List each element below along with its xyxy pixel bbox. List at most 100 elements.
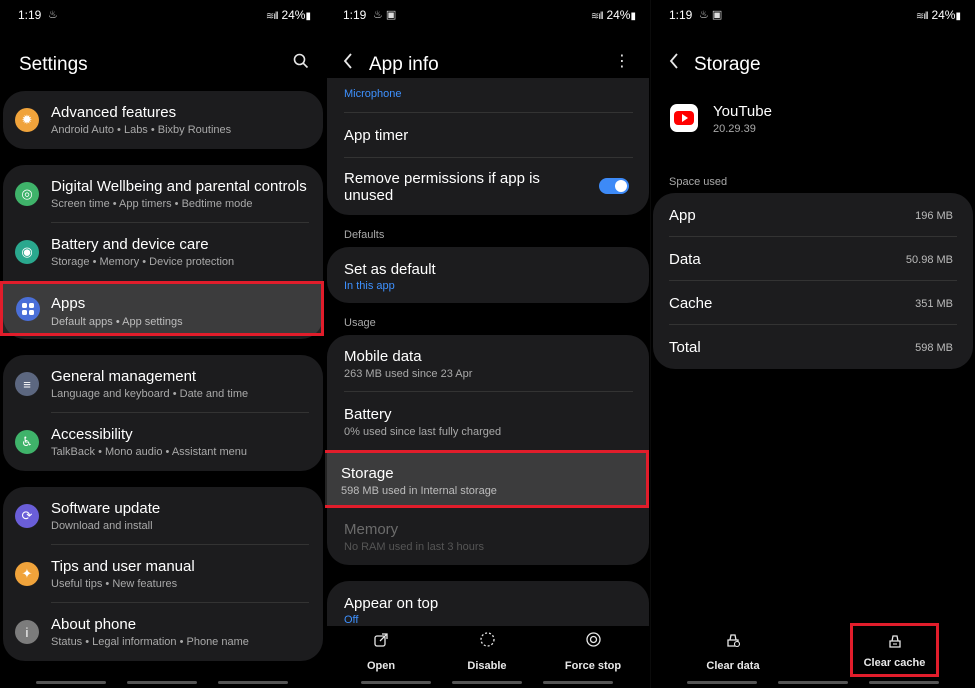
section-space-used: Space used [669,176,728,188]
clear-cache-button[interactable]: Clear cache [850,623,939,677]
item-label: Battery and device care [51,236,209,253]
bulb-icon: ✦ [15,562,39,586]
youtube-app-icon [670,104,698,132]
star-gear-icon: ✹ [15,108,39,132]
battery-icon: ▮ [955,11,961,22]
nav-back[interactable] [218,681,288,684]
page-title: Storage [694,54,761,75]
item-label: Battery [344,406,392,423]
clear-cache-icon [853,633,936,654]
item-subtitle: Android Auto • Labs • Bixby Routines [51,124,232,136]
nav-home[interactable] [127,681,197,684]
notification-icon: ♨ ▣ [373,9,397,21]
battery-level: 24% [281,8,306,22]
item-label: Tips and user manual [51,558,195,575]
settings-item-advanced-features[interactable]: ✹ Advanced features Android Auto • Labs … [3,91,323,149]
button-label: Force stop [564,660,622,672]
row-value: 598 MB [915,342,953,354]
settings-group-4: ⟳ Software update Download and install ✦… [3,487,323,661]
item-label: Advanced features [51,104,177,121]
item-subtitle: Screen time • App timers • Bedtime mode [51,198,253,210]
item-subtitle: 598 MB used in Internal storage [341,485,497,497]
microphone-permission[interactable]: Microphone [344,88,401,100]
item-subtitle: Default apps • App settings [51,316,183,328]
item-subtitle: In this app [344,280,395,292]
force-stop-button[interactable]: Force stop [548,632,638,672]
settings-item-battery-device-care[interactable]: ◉ Battery and device care Storage • Memo… [3,223,323,281]
app-actions-bar: Open Disable Force stop [325,628,650,688]
mobile-data-item[interactable]: Mobile data 263 MB used since 23 Apr [327,335,649,392]
page-title: Settings [19,54,88,75]
more-options-icon[interactable]: ⋮ [614,54,630,70]
item-subtitle: No RAM used in last 3 hours [344,541,485,553]
nav-home[interactable] [778,681,848,684]
nav-recent[interactable] [361,681,431,684]
permissions-card: Microphone App timer Remove permissions … [327,78,649,215]
notification-icon: ♨ ▣ [699,9,723,21]
item-label: Set as default [344,261,436,278]
item-subtitle: Useful tips • New features [51,578,178,590]
space-used-card: App 196 MB Data 50.98 MB Cache 351 MB To… [653,193,973,369]
disable-button[interactable]: Disable [442,632,532,672]
section-defaults: Defaults [344,229,385,241]
settings-item-accessibility[interactable]: ♿ Accessibility TalkBack • Mono audio • … [3,413,323,471]
defaults-card: Set as default In this app [327,247,649,303]
status-time: 1:19 [343,8,367,22]
nav-back[interactable] [869,681,939,684]
item-label: App timer [344,127,409,144]
settings-item-general-management[interactable]: ≡ General management Language and keyboa… [3,355,323,413]
status-bar: 1:19 ♨ ≋ıll 24%▮ [18,8,311,24]
battery-item[interactable]: Battery 0% used since last fully charged [327,392,649,450]
search-icon[interactable] [293,53,309,74]
item-subtitle: Storage • Memory • Device protection [51,256,235,268]
status-time: 1:19 [669,8,693,22]
nav-back[interactable] [543,681,613,684]
item-label: Storage [341,465,394,482]
item-label: Appear on top [344,595,439,612]
button-label: Open [366,660,396,672]
signal-icon: ≋ıll [590,11,604,22]
memory-item[interactable]: Memory No RAM used in last 3 hours [327,508,649,565]
settings-item-software-update[interactable]: ⟳ Software update Download and install [3,487,323,545]
storage-item[interactable]: Storage 598 MB used in Internal storage [325,450,649,508]
signal-icon: ≋ıll [265,11,279,22]
settings-item-about-phone[interactable]: i About phone Status • Legal information… [3,603,323,661]
remove-permissions-item[interactable]: Remove permissions if app is unused [327,158,649,215]
row-label: Cache [669,295,713,312]
nav-recent[interactable] [36,681,106,684]
back-icon[interactable] [342,52,354,75]
force-stop-icon [548,632,638,654]
clear-data-button[interactable]: Clear data [688,632,778,672]
nav-home[interactable] [452,681,522,684]
disable-icon [442,632,532,654]
item-subtitle: 263 MB used since 23 Apr [344,368,473,380]
open-button[interactable]: Open [336,632,426,672]
battery-level: 24% [931,8,956,22]
section-usage: Usage [344,317,376,329]
storage-panel: 1:19 ♨ ▣ ≋ıll 24%▮ Storage YouTube 20.29.… [651,0,975,688]
back-icon[interactable] [668,52,680,75]
settings-group-3: ≡ General management Language and keyboa… [3,355,323,471]
settings-item-tips[interactable]: ✦ Tips and user manual Useful tips • New… [3,545,323,603]
battery-level: 24% [606,8,631,22]
page-title: App info [369,54,439,75]
remove-permissions-toggle[interactable] [599,178,629,194]
item-subtitle: Language and keyboard • Date and time [51,388,249,400]
clear-data-icon [688,632,778,654]
set-as-default-item[interactable]: Set as default In this app [327,247,649,303]
app-version: 20.29.39 [713,123,756,135]
item-label: Apps [51,295,86,312]
button-label: Disable [467,660,507,672]
app-timer-item[interactable]: App timer [327,113,649,157]
device-care-icon: ◉ [15,240,39,264]
notification-icon: ♨ [48,9,58,21]
item-subtitle: Download and install [51,520,153,532]
info-icon: i [15,620,39,644]
accessibility-icon: ♿ [15,430,39,454]
appear-on-top-item[interactable]: Appear on top Off [327,581,649,629]
nav-recent[interactable] [687,681,757,684]
status-bar: 1:19 ♨ ▣ ≋ıll 24%▮ [343,8,636,24]
settings-item-apps[interactable]: Apps Default apps • App settings [0,281,324,336]
settings-item-digital-wellbeing[interactable]: ◎ Digital Wellbeing and parental control… [3,165,323,223]
sliders-icon: ≡ [15,372,39,396]
